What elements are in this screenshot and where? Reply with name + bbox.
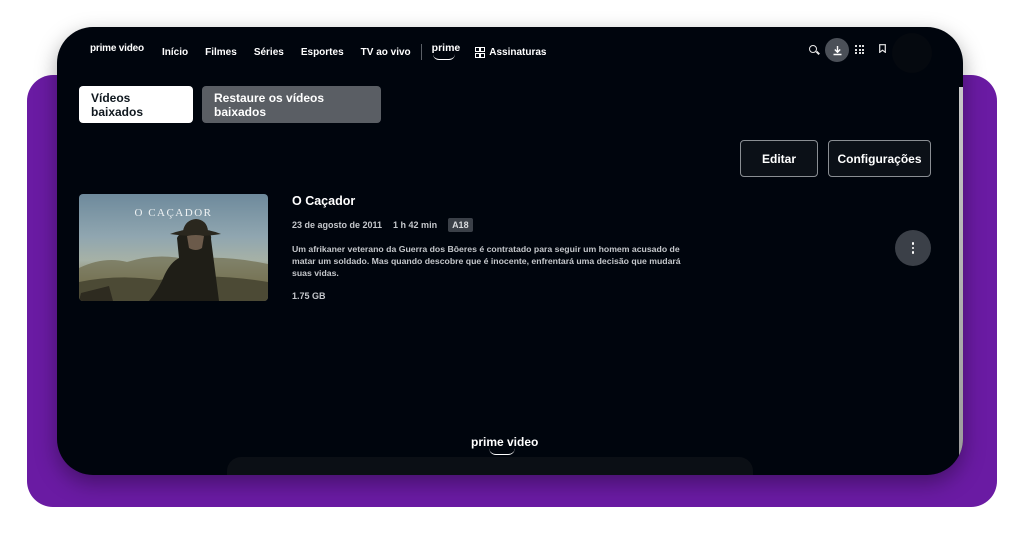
download-icon[interactable] bbox=[825, 38, 849, 62]
top-navigation: prime video Início Filmes Séries Esporte… bbox=[57, 27, 963, 73]
nav-item-inicio[interactable]: Início bbox=[162, 47, 188, 58]
nav-menu: Início Filmes Séries Esportes TV ao vivo… bbox=[162, 42, 547, 60]
bottom-sheet-edge bbox=[227, 457, 753, 475]
rating-badge: A18 bbox=[448, 218, 473, 232]
video-title[interactable]: O Caçador bbox=[292, 194, 355, 208]
avatar[interactable] bbox=[892, 33, 932, 73]
prime-badge[interactable]: prime bbox=[431, 42, 461, 60]
nav-item-series[interactable]: Séries bbox=[254, 47, 284, 58]
nav-item-filmes[interactable]: Filmes bbox=[205, 47, 237, 58]
video-description: Um afrikaner veterano da Guerra dos Bôer… bbox=[292, 244, 681, 278]
app-window: prime video Início Filmes Séries Esporte… bbox=[57, 27, 963, 475]
duration: 1 h 42 min bbox=[393, 220, 438, 230]
nav-item-esportes[interactable]: Esportes bbox=[301, 47, 344, 58]
subscriptions-label: Assinaturas bbox=[489, 46, 547, 58]
release-date: 23 de agosto de 2011 bbox=[292, 220, 383, 230]
edit-button[interactable]: Editar bbox=[740, 140, 818, 177]
video-meta: 23 de agosto de 2011 1 h 42 min A18 bbox=[292, 218, 473, 232]
file-size: 1.75 GB bbox=[292, 291, 326, 301]
nav-item-tv-ao-vivo[interactable]: TV ao vivo bbox=[361, 47, 411, 58]
footer-prime-video-logo: prime video bbox=[471, 435, 539, 449]
subscriptions-icon bbox=[475, 46, 486, 58]
tab-downloaded-videos[interactable]: Vídeos baixados bbox=[79, 86, 193, 123]
nav-divider bbox=[420, 44, 422, 60]
more-vertical-icon[interactable] bbox=[895, 230, 931, 266]
video-thumbnail[interactable]: O CAÇADOR bbox=[79, 194, 268, 301]
search-icon[interactable] bbox=[809, 45, 817, 53]
footer-smile-icon bbox=[489, 448, 515, 455]
tab-restore-downloads[interactable]: Restaure os vídeos baixados bbox=[202, 86, 381, 123]
prime-video-logo[interactable]: prime video bbox=[90, 43, 144, 54]
bookmark-icon[interactable] bbox=[879, 44, 886, 53]
thumbnail-artwork bbox=[79, 219, 268, 301]
prime-smile-icon bbox=[432, 54, 455, 60]
settings-button[interactable]: Configurações bbox=[828, 140, 931, 177]
nav-item-assinaturas[interactable]: Assinaturas bbox=[475, 46, 547, 58]
apps-icon[interactable] bbox=[855, 45, 864, 54]
prime-badge-label: prime bbox=[431, 42, 461, 54]
